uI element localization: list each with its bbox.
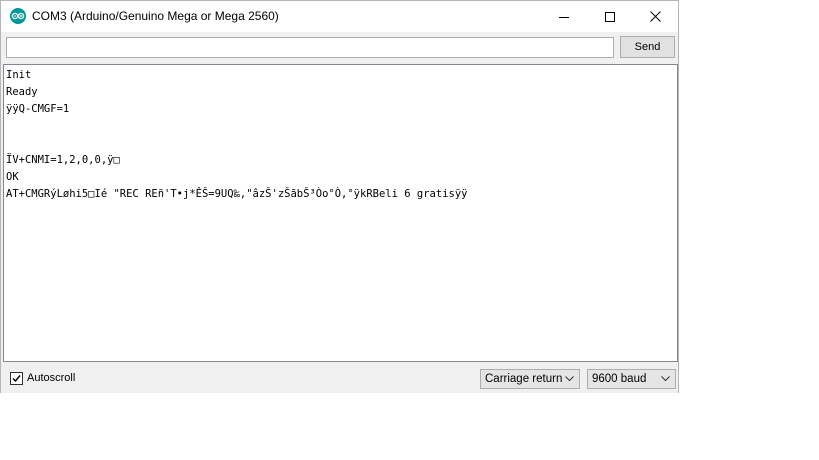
output-line: Ready (6, 86, 38, 98)
serial-monitor-window: COM3 (Arduino/Genuino Mega or Mega 2560)… (0, 0, 679, 393)
line-ending-value: Carriage return (485, 373, 563, 385)
output-line: ÏV+CNMI=1,2,0,0,ÿ□ (6, 154, 120, 166)
close-button[interactable] (632, 1, 678, 32)
send-button[interactable]: Send (620, 36, 675, 58)
output-line: OK (6, 171, 19, 183)
minimize-icon (559, 16, 569, 18)
serial-input[interactable] (6, 37, 614, 58)
minimize-button[interactable] (541, 1, 587, 32)
line-ending-select[interactable]: Carriage return (480, 369, 580, 389)
status-bar: Autoscroll Carriage return 9600 baud (1, 363, 678, 393)
maximize-icon (605, 11, 615, 22)
title-bar[interactable]: COM3 (Arduino/Genuino Mega or Mega 2560) (1, 1, 678, 32)
arduino-icon (10, 8, 26, 24)
autoscroll-label[interactable]: Autoscroll (27, 372, 75, 384)
output-line: ÿÿQ-CMGF=1 (6, 103, 70, 115)
checkmark-icon (12, 375, 21, 383)
baud-rate-select[interactable]: 9600 baud (587, 369, 676, 389)
autoscroll-checkbox[interactable] (10, 372, 23, 385)
output-line: AT+CMGRýLøhi5□Ié "REC REñ'T•j*ÊŠ=9UQ‰,"â… (6, 188, 468, 200)
close-icon (649, 11, 661, 22)
chevron-down-icon (661, 376, 670, 382)
window-title: COM3 (Arduino/Genuino Mega or Mega 2560) (32, 9, 279, 23)
serial-output[interactable]: Init Ready ÿÿQ-CMGF=1 ÏV+CNMI=1,2,0,0,ÿ□… (3, 64, 678, 362)
baud-rate-value: 9600 baud (592, 373, 647, 385)
output-line: Init (6, 69, 32, 81)
maximize-button[interactable] (587, 1, 633, 32)
chevron-down-icon (565, 376, 574, 382)
